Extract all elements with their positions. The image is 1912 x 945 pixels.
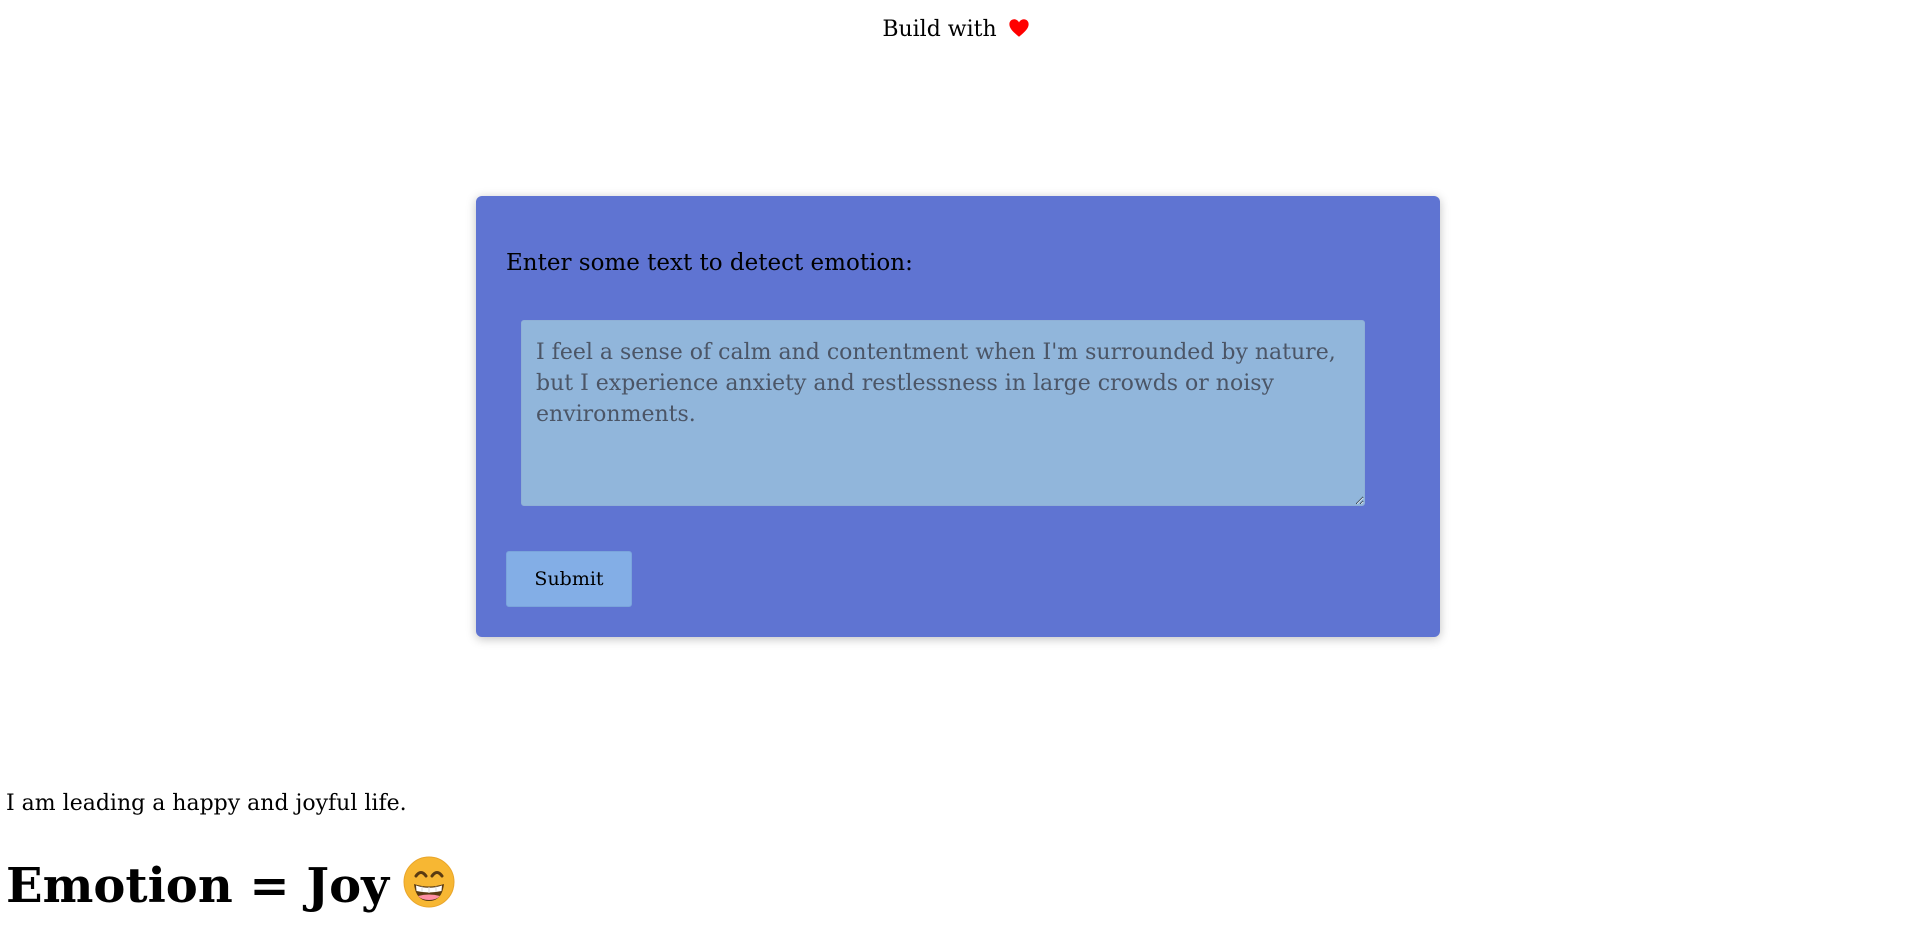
emotion-result-text: Emotion = Joy	[6, 858, 389, 914]
heart-icon	[1008, 17, 1030, 39]
result-heading: Emotion = Joy	[6, 856, 455, 916]
credit-line: Build with	[0, 14, 1912, 46]
emotion-form-card: Enter some text to detect emotion: Submi…	[476, 196, 1440, 637]
page: Build with Enter some text to detect emo…	[0, 0, 1912, 945]
credit-text: Build with	[882, 17, 997, 42]
input-label: Enter some text to detect emotion:	[506, 250, 913, 276]
result-sentence: I am leading a happy and joyful life.	[6, 791, 407, 816]
submit-button[interactable]: Submit	[506, 551, 632, 607]
emotion-text-input[interactable]	[521, 320, 1365, 506]
grinning-face-icon	[403, 856, 455, 908]
